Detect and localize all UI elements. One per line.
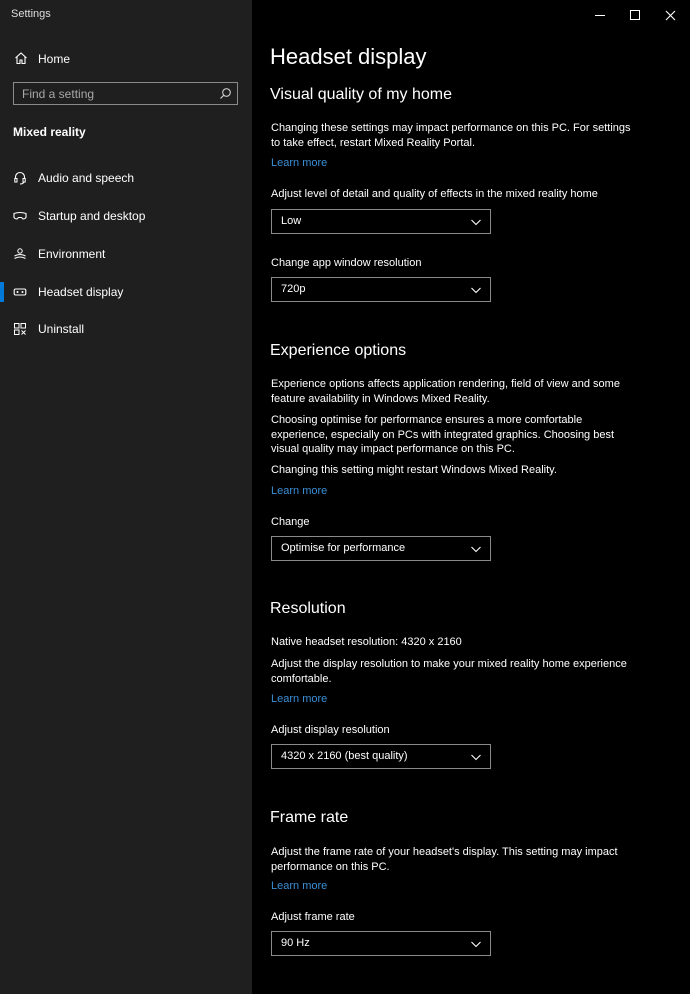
resolution-description: Adjust the display resolution to make yo…	[271, 658, 627, 685]
sidebar-item-environment[interactable]: Environment	[0, 241, 252, 267]
frame-rate-description: Adjust the frame rate of your headset's …	[271, 846, 618, 873]
sidebar-section-title: Mixed reality	[13, 125, 86, 139]
experience-description-2: Choosing optimise for performance ensure…	[271, 414, 615, 455]
resolution-learn-more-link[interactable]: Learn more	[271, 693, 327, 705]
dropdown-value: Optimise for performance	[281, 542, 406, 554]
headset-mic-icon	[13, 171, 27, 185]
frame-rate-label: Adjust frame rate	[271, 911, 355, 923]
dropdown-value: Low	[281, 215, 302, 227]
sidebar: Home Mixed reality Audio and speech Star…	[0, 0, 252, 994]
display-headset-icon	[13, 285, 27, 299]
page-title: Headset display	[270, 44, 427, 69]
dropdown-value: 90 Hz	[281, 937, 310, 949]
frame-rate-dropdown[interactable]: 90 Hz	[271, 931, 491, 956]
chevron-down-icon	[470, 543, 482, 555]
visual-quality-heading: Visual quality of my home	[270, 86, 453, 103]
app-window-resolution-label: Change app window resolution	[271, 257, 422, 269]
dropdown-value: 4320 x 2160 (best quality)	[281, 750, 408, 762]
sidebar-item-label: Environment	[38, 247, 106, 261]
frame-rate-learn-more-link[interactable]: Learn more	[271, 880, 327, 892]
chevron-down-icon	[470, 216, 482, 228]
window-title: Settings	[11, 8, 51, 20]
search-icon[interactable]	[219, 87, 232, 100]
sidebar-item-headset-display[interactable]: Headset display	[0, 279, 252, 305]
experience-description-3: Changing this setting might restart Wind…	[271, 464, 557, 476]
minimize-button[interactable]	[582, 0, 618, 30]
sidebar-item-audio-and-speech[interactable]: Audio and speech	[0, 165, 252, 191]
display-resolution-dropdown[interactable]: 4320 x 2160 (best quality)	[271, 744, 491, 769]
sidebar-item-startup-and-desktop[interactable]: Startup and desktop	[0, 203, 252, 229]
detail-quality-label: Adjust level of detail and quality of ef…	[271, 188, 598, 200]
sidebar-item-label: Headset display	[38, 285, 124, 299]
chevron-down-icon	[470, 284, 482, 296]
resolution-heading: Resolution	[270, 600, 346, 617]
environment-icon	[13, 247, 27, 261]
sidebar-item-label: Startup and desktop	[38, 209, 146, 223]
sidebar-item-uninstall[interactable]: Uninstall	[0, 316, 252, 342]
sidebar-item-label: Uninstall	[38, 322, 85, 336]
chevron-down-icon	[470, 751, 482, 763]
home-icon	[14, 51, 28, 65]
experience-change-dropdown[interactable]: Optimise for performance	[271, 536, 491, 561]
sidebar-item-label: Audio and speech	[38, 171, 135, 185]
dropdown-value: 720p	[281, 283, 306, 295]
display-resolution-label: Adjust display resolution	[271, 724, 390, 736]
maximize-icon	[630, 10, 640, 20]
visual-quality-learn-more-link[interactable]: Learn more	[271, 157, 327, 169]
nav-home-label: Home	[38, 52, 71, 66]
search-input[interactable]	[22, 86, 212, 101]
app-window-resolution-dropdown[interactable]: 720p	[271, 277, 491, 302]
close-icon	[665, 10, 676, 21]
native-resolution-text: Native headset resolution: 4320 x 2160	[271, 636, 462, 648]
chevron-down-icon	[470, 938, 482, 950]
detail-quality-dropdown[interactable]: Low	[271, 209, 491, 234]
title-bar: Settings	[0, 0, 690, 30]
search-box[interactable]	[13, 82, 238, 105]
nav-home[interactable]: Home	[0, 46, 252, 72]
frame-rate-heading: Frame rate	[270, 809, 349, 826]
maximize-button[interactable]	[617, 0, 653, 30]
experience-learn-more-link[interactable]: Learn more	[271, 485, 327, 497]
close-button[interactable]	[652, 0, 688, 30]
minimize-icon	[595, 14, 605, 16]
experience-description-1: Experience options affects application r…	[271, 378, 620, 405]
experience-change-label: Change	[271, 516, 310, 528]
experience-options-heading: Experience options	[270, 342, 407, 359]
mr-headset-icon	[13, 209, 27, 223]
visual-quality-description: Changing these settings may impact perfo…	[271, 122, 631, 149]
uninstall-icon	[13, 322, 27, 336]
